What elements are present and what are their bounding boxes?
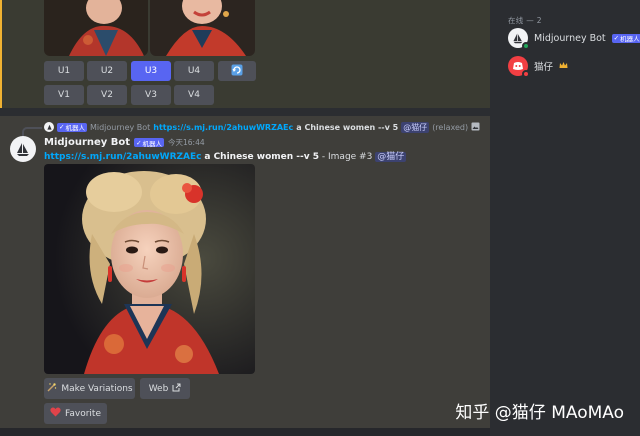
reply-preview[interactable]: ✓ 机器人 Midjourney Bot https://s.mj.run/2ah…: [44, 121, 480, 133]
heart-icon: [50, 407, 61, 420]
online-header: 在线 — 2: [508, 16, 542, 25]
member-midjourney-bot[interactable]: Midjourney Bot ✓ 机器人: [508, 28, 640, 50]
message-mention[interactable]: @猫仔: [375, 152, 407, 162]
bot-tag: ✓ 机器人: [611, 33, 640, 43]
image-icon: [471, 122, 480, 133]
chat-footer-bar: [0, 428, 490, 436]
reply-mode: (relaxed): [432, 122, 469, 132]
external-link-icon: [172, 383, 181, 395]
message-header: Midjourney Bot ✓ 机器人 今天16:44: [44, 137, 205, 148]
refresh-icon: [231, 64, 243, 79]
bot-tag: ✓ 机器人: [134, 138, 165, 148]
member-avatar: [508, 28, 530, 50]
member-avatar: [508, 56, 530, 78]
member-name: Midjourney Bot: [534, 32, 606, 44]
member-list: 在线 — 2 Midjourney Bot ✓ 机器人 猫仔: [490, 0, 640, 436]
dnd-status-icon: [522, 70, 530, 78]
member-name: 猫仔: [534, 62, 554, 73]
message-link[interactable]: https://s.mj.run/2ahuwWRZAEc: [44, 152, 201, 162]
variation-3-button[interactable]: V3: [131, 85, 171, 105]
reply-mention[interactable]: @猫仔: [401, 121, 430, 133]
favorite-label: Favorite: [65, 408, 101, 419]
online-status-icon: [522, 42, 530, 50]
member-maozai[interactable]: 猫仔: [508, 56, 568, 78]
favorite-button[interactable]: Favorite: [44, 403, 107, 424]
message-timestamp: 今天16:44: [168, 138, 205, 147]
watermark: 知乎 @猫仔 MAoMAo: [455, 403, 624, 423]
grid-image-left[interactable]: [44, 0, 148, 56]
bot-tag: ✓ 机器人: [57, 122, 87, 132]
message-prompt: a Chinese women --v 5: [204, 152, 320, 162]
reply-prompt: a Chinese women --v 5: [296, 122, 399, 132]
variation-4-button[interactable]: V4: [174, 85, 214, 105]
chat-area: U1 U2 U3 U4 V1 V2 V3 V4 ✓ 机器人 Midjourney …: [0, 0, 490, 436]
variation-1-button[interactable]: V1: [44, 85, 84, 105]
reroll-button[interactable]: [218, 61, 256, 81]
bot-avatar-small-icon: [44, 122, 54, 132]
bot-tag-label: 机器人: [65, 124, 85, 132]
make-variations-label: Make Variations: [61, 383, 133, 394]
reply-link[interactable]: https://s.mj.run/2ahuwWRZAEc: [153, 123, 293, 132]
bot-tag-label: 机器人: [620, 35, 640, 43]
sparkle-icon: [46, 382, 57, 396]
bot-tag-label: 机器人: [142, 139, 163, 148]
message-divider: [0, 108, 490, 116]
upscale-4-button[interactable]: U4: [174, 61, 214, 81]
crown-icon: [559, 61, 568, 72]
message-content: https://s.mj.run/2ahuwWRZAEc a Chinese w…: [44, 149, 407, 162]
bot-avatar[interactable]: [10, 136, 36, 162]
reply-username[interactable]: Midjourney Bot: [90, 123, 150, 132]
make-variations-button[interactable]: Make Variations: [44, 378, 135, 399]
variation-2-button[interactable]: V2: [87, 85, 127, 105]
web-button[interactable]: Web: [140, 378, 190, 399]
mention-highlight-bar: [0, 0, 2, 108]
grid-image-right[interactable]: [150, 0, 255, 56]
message-username[interactable]: Midjourney Bot: [44, 137, 130, 148]
upscale-3-button[interactable]: U3: [131, 61, 171, 81]
upscale-2-button[interactable]: U2: [87, 61, 127, 81]
generated-image[interactable]: [44, 164, 255, 374]
image-label: - Image #3: [321, 152, 373, 162]
web-label: Web: [148, 383, 169, 394]
upscale-1-button[interactable]: U1: [44, 61, 84, 81]
